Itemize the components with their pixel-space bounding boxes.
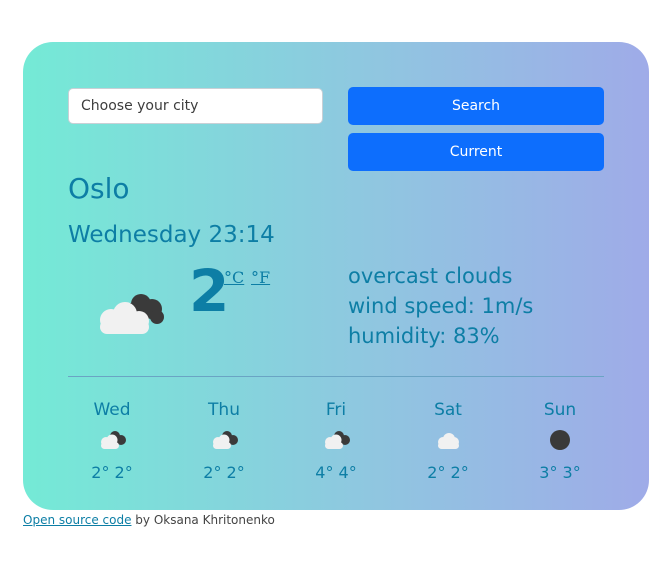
celsius-link[interactable]: °C: [224, 268, 244, 287]
forecast-temps: 2° 2°: [203, 463, 245, 482]
forecast-day: Fri 4° 4°: [280, 397, 392, 486]
forecast-day-name: Sat: [434, 400, 462, 420]
search-button[interactable]: Search: [348, 87, 604, 125]
fahrenheit-link[interactable]: °F: [251, 268, 270, 287]
forecast-temps: 3° 3°: [539, 463, 581, 482]
forecast-day: Thu 2° 2°: [168, 397, 280, 486]
author-credit: by Oksana Khritonenko: [131, 513, 275, 527]
forecast-day-name: Fri: [325, 400, 347, 420]
forecast-day-name: Wed: [93, 400, 131, 420]
footer: Open source code by Oksana Khritonenko: [23, 513, 275, 527]
dark-circle-icon: [504, 423, 616, 457]
forecast-day: Sat 2° 2°: [392, 397, 504, 486]
weather-description: overcast clouds: [348, 264, 513, 288]
weather-card: Search Current Oslo Wednesday 23:14 2 °C…: [23, 42, 649, 510]
forecast-day-name: Thu: [208, 400, 240, 420]
open-source-link[interactable]: Open source code: [23, 513, 131, 527]
current-location-button[interactable]: Current: [348, 133, 604, 171]
broken-clouds-icon: [168, 423, 280, 457]
forecast-day-name: Sun: [543, 400, 577, 420]
forecast-temps: 4° 4°: [315, 463, 357, 482]
forecast-row: Wed 2° 2° Thu 2° 2° Fri 4° 4° Sat 2° 2° …: [56, 397, 616, 497]
broken-clouds-icon: [56, 423, 168, 457]
overcast-clouds-icon: [93, 287, 167, 339]
forecast-day: Wed 2° 2°: [56, 397, 168, 486]
current-datetime: Wednesday 23:14: [68, 222, 275, 248]
broken-clouds-icon: [280, 423, 392, 457]
humidity: humidity: 83%: [348, 324, 500, 348]
cloud-icon: [392, 423, 504, 457]
city-search-input[interactable]: [68, 88, 323, 124]
wind-speed: wind speed: 1m/s: [348, 294, 534, 318]
forecast-temps: 2° 2°: [91, 463, 133, 482]
forecast-temps: 2° 2°: [427, 463, 469, 482]
city-name: Oslo: [68, 172, 130, 205]
forecast-day: Sun 3° 3°: [504, 397, 616, 486]
divider: [68, 376, 604, 377]
